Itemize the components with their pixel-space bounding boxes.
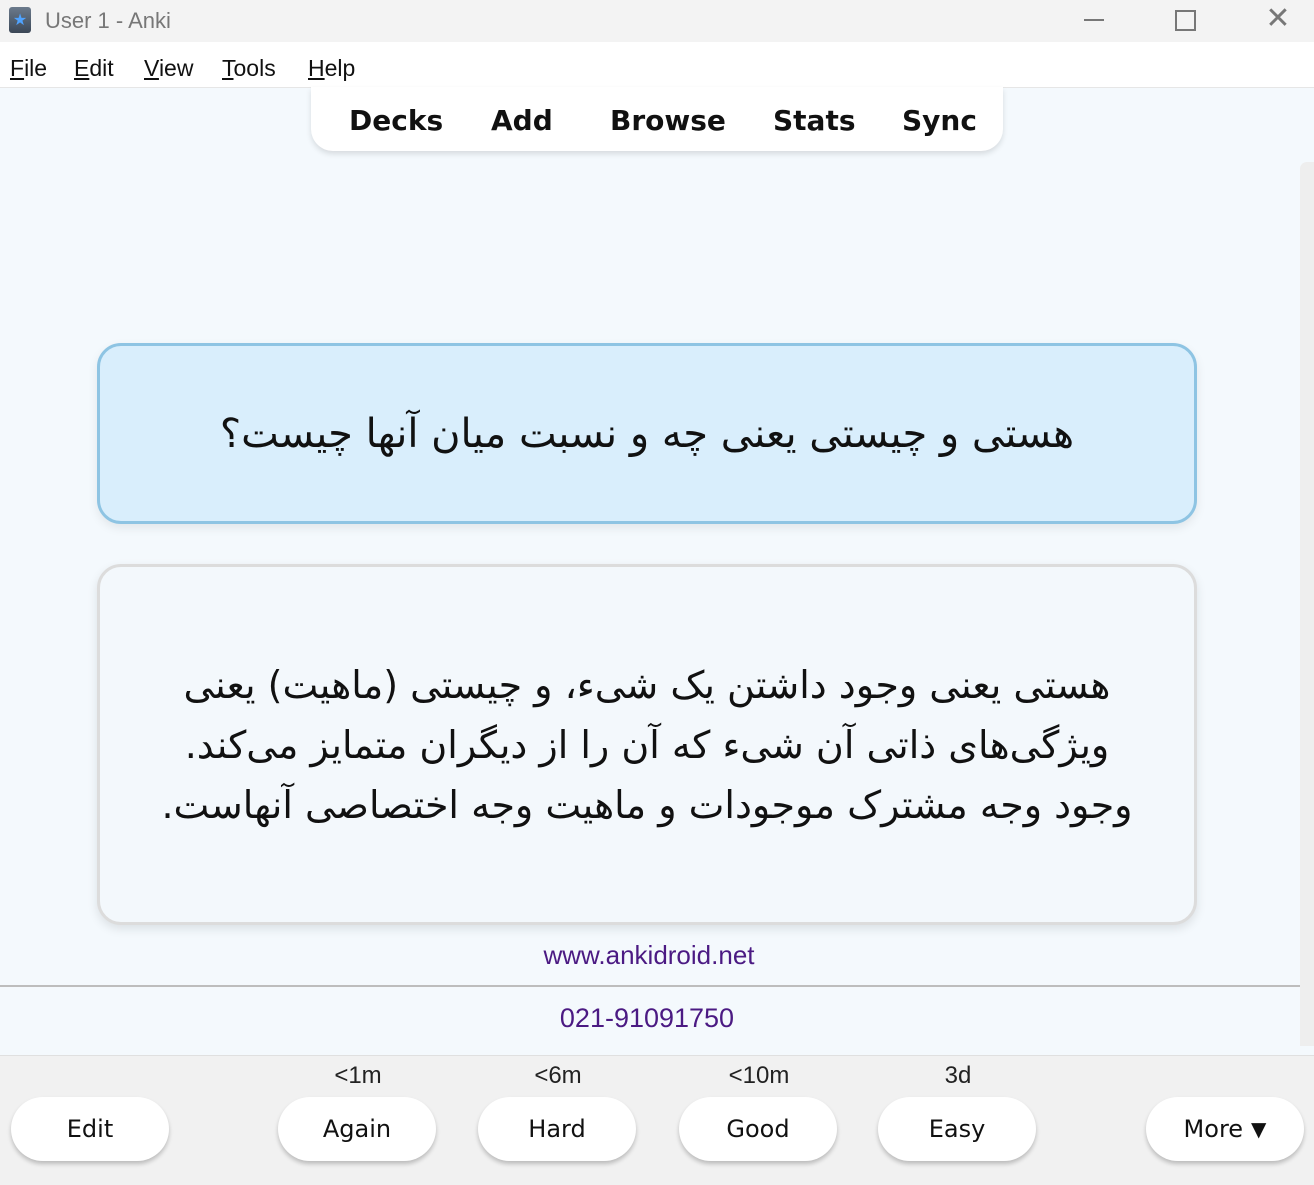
- title-bar: ★ User 1 - Anki ✕: [0, 0, 1314, 42]
- card-divider: [0, 985, 1300, 987]
- triangle-down-icon: ▼: [1251, 1117, 1267, 1141]
- toolbar-sync-link[interactable]: Sync: [902, 104, 977, 137]
- main-toolbar: Decks Add Browse Stats Sync: [311, 87, 1003, 151]
- toolbar-add-link[interactable]: Add: [491, 104, 553, 137]
- easy-interval: 3d: [944, 1062, 972, 1089]
- toolbar-stats-link[interactable]: Stats: [773, 104, 856, 137]
- question-card: هستی و چیستی یعنی چه و نسبت میان آنها چی…: [97, 343, 1197, 524]
- edit-button[interactable]: Edit: [11, 1097, 169, 1161]
- toolbar-browse-link[interactable]: Browse: [610, 104, 726, 137]
- menu-view[interactable]: View: [144, 55, 193, 82]
- menu-help[interactable]: Help: [308, 55, 355, 82]
- toolbar-decks-link[interactable]: Decks: [349, 104, 443, 137]
- hard-interval: <6m: [534, 1062, 582, 1089]
- menu-edit[interactable]: Edit: [74, 55, 114, 82]
- anki-app-icon: ★: [9, 7, 31, 33]
- answer-text: هستی یعنی وجود داشتن یک شیء، و چیستی (ما…: [161, 662, 1133, 827]
- window-title: User 1 - Anki: [45, 8, 171, 33]
- menu-file[interactable]: File: [10, 55, 47, 82]
- minimize-button[interactable]: [1072, 0, 1118, 42]
- maximize-button[interactable]: [1162, 0, 1208, 42]
- menu-bar: File Edit View Tools Help: [0, 42, 1314, 88]
- answer-bar: [0, 1055, 1314, 1185]
- good-interval: <10m: [728, 1062, 790, 1089]
- close-button[interactable]: ✕: [1255, 0, 1301, 42]
- again-button[interactable]: Again: [278, 1097, 436, 1161]
- star-icon: ★: [12, 12, 28, 29]
- again-interval: <1m: [334, 1062, 382, 1089]
- more-button[interactable]: More ▼: [1146, 1097, 1304, 1161]
- vertical-scrollbar[interactable]: [1300, 162, 1314, 1046]
- hard-button[interactable]: Hard: [478, 1097, 636, 1161]
- answer-card: هستی یعنی وجود داشتن یک شیء، و چیستی (ما…: [97, 564, 1197, 925]
- good-button[interactable]: Good: [679, 1097, 837, 1161]
- website-text: www.ankidroid.net: [543, 940, 755, 970]
- question-text: هستی و چیستی یعنی چه و نسبت میان آنها چی…: [219, 410, 1075, 457]
- easy-button[interactable]: Easy: [878, 1097, 1036, 1161]
- more-label: More: [1183, 1115, 1244, 1143]
- phone-text: 021-91091750: [559, 1003, 735, 1033]
- menu-tools[interactable]: Tools: [222, 55, 276, 82]
